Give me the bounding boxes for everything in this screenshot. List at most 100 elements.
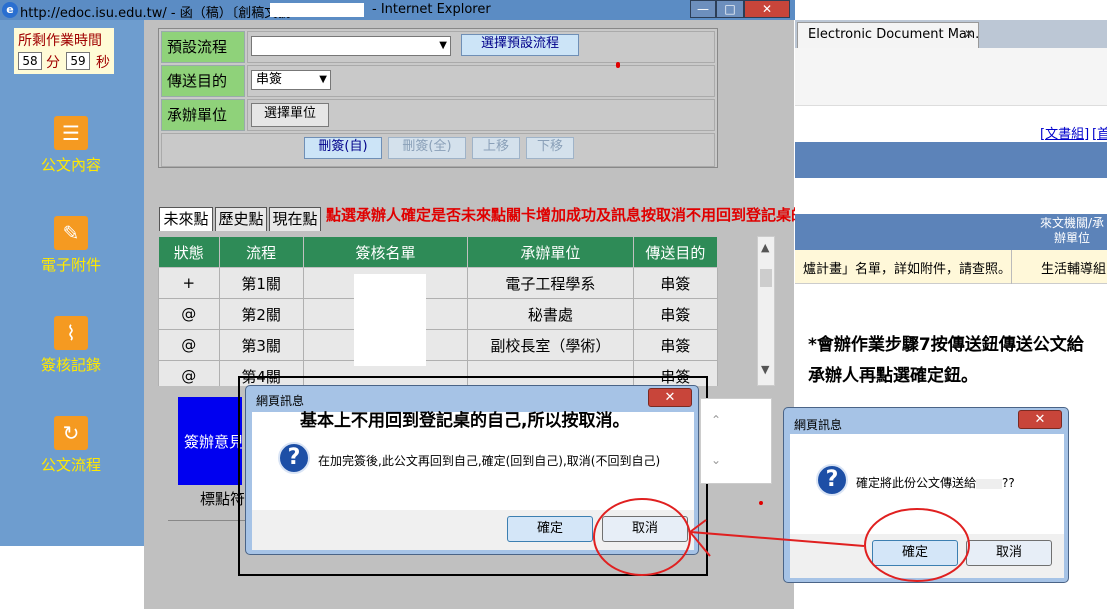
- nav-document-content[interactable]: ☰ 公文內容: [16, 114, 126, 174]
- annotation-dot: [616, 62, 620, 68]
- delete-sign-self-button[interactable]: 刪簽(自): [304, 137, 382, 159]
- unit-label: 承辦單位: [161, 99, 245, 131]
- unit-cell: 電子工程學系: [467, 267, 634, 299]
- purpose-cell: 串簽: [632, 298, 718, 330]
- annotation-dot: [759, 501, 763, 505]
- scrollbar-thumb[interactable]: [760, 269, 772, 287]
- confirm-dialog-send: 網頁訊息 ✕ ? 確定將此份公文傳送給?? 確定 取消: [783, 407, 1069, 583]
- window-title-bar: e http://edoc.isu.edu.tw/ - 函（稿）〔創稿文號 - …: [0, 0, 795, 21]
- dialog-title: 網頁訊息: [256, 394, 305, 408]
- send-purpose-label: 傳送目的: [161, 65, 245, 97]
- move-down-button[interactable]: 下移: [526, 137, 574, 159]
- scroll-up-icon[interactable]: ▲: [761, 241, 769, 254]
- minutes-value: 58: [18, 52, 42, 70]
- question-icon: ?: [816, 464, 848, 496]
- scroll-down-icon: ⌄: [711, 453, 722, 467]
- window-title-url: http://edoc.isu.edu.tw/ - 函（稿）〔創稿文號: [20, 6, 291, 21]
- dialog-message: 在加完簽後,此公文再回到自己,確定(回到自己),取消(不回到自己): [318, 454, 661, 468]
- remaining-time-box: 所剩作業時間 58 分 59 秒: [14, 28, 114, 74]
- dialog-body: ? 確定將此份公文傳送給??: [790, 434, 1064, 534]
- purpose-cell: 串簽: [632, 267, 718, 299]
- unit-cell: 秘書處: [467, 298, 634, 330]
- nav-label: 簽核記錄: [40, 356, 101, 374]
- status-cell: +: [158, 267, 220, 299]
- doc-row-text: 爐計畫」名單，詳如附件，請查照。: [803, 262, 1012, 277]
- status-cell: @: [158, 298, 220, 330]
- column-header: 簽核名單: [302, 236, 469, 268]
- cancel-button[interactable]: 取消: [966, 540, 1052, 566]
- scroll-down-icon[interactable]: ▼: [761, 363, 769, 376]
- ok-button[interactable]: 確定: [507, 516, 593, 542]
- remaining-time-label: 所剩作業時間: [18, 33, 102, 49]
- column-header: 傳送目的: [632, 236, 718, 268]
- redacted-doc-number: [270, 3, 364, 17]
- ok-button[interactable]: 確定: [872, 540, 958, 566]
- attachment-icon: ✎: [54, 216, 88, 250]
- minutes-unit: 分: [46, 55, 60, 71]
- sign-table: 狀態 流程 簽核名單 承辦單位 傳送目的 + 第1關 電子工程學系 串簽 @ 第…: [158, 236, 718, 386]
- redacted-recipient: [976, 478, 1003, 489]
- flow-setup-form: 預設流程 ▼ 選擇預設流程 傳送目的 串簽 ▼ 承辦單位 選擇單位 刪簽(自) …: [158, 28, 718, 168]
- table-row[interactable]: + 第1關 電子工程學系 串簽: [158, 267, 718, 299]
- table-row[interactable]: @ 第3關 副校長室（學術） 串簽: [158, 329, 718, 361]
- select-preset-flow-button[interactable]: 選擇預設流程: [461, 34, 579, 56]
- link-document-section[interactable]: [文書組]: [1040, 123, 1089, 142]
- doc-row[interactable]: 爐計畫」名單，詳如附件，請查照。 生活輔導組: [795, 250, 1107, 284]
- instruction-annotation: 點選承辦人確定是否未來點關卡增加成功及訊息按取消不用回到登記桌的關卡: [326, 206, 837, 224]
- nav-sign-records[interactable]: ⌇ 簽核記錄: [16, 314, 126, 374]
- table-header-strip: 來文機關/承辦單位: [795, 214, 1107, 250]
- column-divider: [1011, 250, 1012, 284]
- maximize-button[interactable]: □: [716, 0, 744, 18]
- tab-current-points[interactable]: 現在點: [269, 207, 321, 231]
- send-purpose-value: 串簽: [256, 72, 283, 87]
- opinion-box[interactable]: 簽辦意見: [178, 397, 242, 485]
- minimize-button[interactable]: —: [690, 0, 716, 18]
- tab-history-points[interactable]: 歷史點: [215, 207, 267, 231]
- select-unit-button[interactable]: 選擇單位: [251, 103, 329, 127]
- move-up-button[interactable]: 上移: [472, 137, 520, 159]
- key-icon: ⌇: [54, 316, 88, 350]
- spacer: [795, 190, 1107, 214]
- tab-future-points[interactable]: 未來點: [159, 207, 213, 231]
- dialog-footer: 確定 取消: [790, 534, 1064, 578]
- scroll-up-icon: ⌃: [711, 413, 722, 427]
- dialog-close-button[interactable]: ✕: [1018, 410, 1062, 429]
- dialog-close-button[interactable]: ✕: [648, 388, 692, 407]
- unit-cell: 副校長室（學術）: [467, 329, 634, 361]
- close-tab-icon[interactable]: ✕: [964, 27, 974, 41]
- preset-flow-select[interactable]: ▼: [251, 36, 451, 56]
- dialog-annotation: 基本上不用回到登記桌的自己,所以按取消。: [300, 411, 630, 431]
- cancel-button[interactable]: 取消: [602, 516, 688, 542]
- flow-cell: 第1關: [218, 267, 304, 299]
- nav-attachments[interactable]: ✎ 電子附件: [16, 214, 126, 274]
- delete-sign-all-button[interactable]: 刪簽(全): [388, 137, 466, 159]
- status-cell: @: [158, 360, 220, 386]
- dialog-title: 網頁訊息: [794, 418, 843, 432]
- chevron-down-icon: ▼: [319, 74, 327, 85]
- dialog-footer: 確定 取消: [252, 510, 694, 550]
- nav-label: 公文流程: [40, 456, 101, 474]
- flow-cell: 第2關: [218, 298, 304, 330]
- nav-label: 電子附件: [40, 256, 101, 274]
- seconds-value: 59: [66, 52, 90, 70]
- send-purpose-select[interactable]: 串簽 ▼: [251, 70, 331, 90]
- preset-flow-label: 預設流程: [161, 31, 245, 63]
- question-icon: ?: [278, 442, 310, 474]
- close-window-button[interactable]: ✕: [744, 0, 790, 18]
- dialog-message: 確定將此份公文傳送給??: [856, 474, 1015, 491]
- browser-tab-title: Electronic Document Man...: [808, 27, 979, 42]
- sender-unit-header: 來文機關/承辦單位: [1039, 216, 1105, 245]
- seconds-unit: 秒: [96, 55, 110, 71]
- link-home[interactable]: [首: [1092, 123, 1107, 142]
- nav-document-flow[interactable]: ↻ 公文流程: [16, 414, 126, 474]
- table-scrollbar[interactable]: ▲ ▼: [757, 236, 775, 386]
- sign-list-table: 狀態 流程 簽核名單 承辦單位 傳送目的 + 第1關 電子工程學系 串簽 @ 第…: [158, 236, 718, 386]
- header-bar: [795, 142, 1107, 178]
- column-header: 狀態: [158, 236, 220, 268]
- browser-tab[interactable]: Electronic Document Man...: [797, 22, 979, 48]
- document-icon: ☰: [54, 116, 88, 150]
- column-header: 流程: [218, 236, 304, 268]
- redacted-names: [354, 274, 426, 366]
- table-row[interactable]: @ 第2關 秘書處 串簽: [158, 298, 718, 330]
- flow-cell: 第3關: [218, 329, 304, 361]
